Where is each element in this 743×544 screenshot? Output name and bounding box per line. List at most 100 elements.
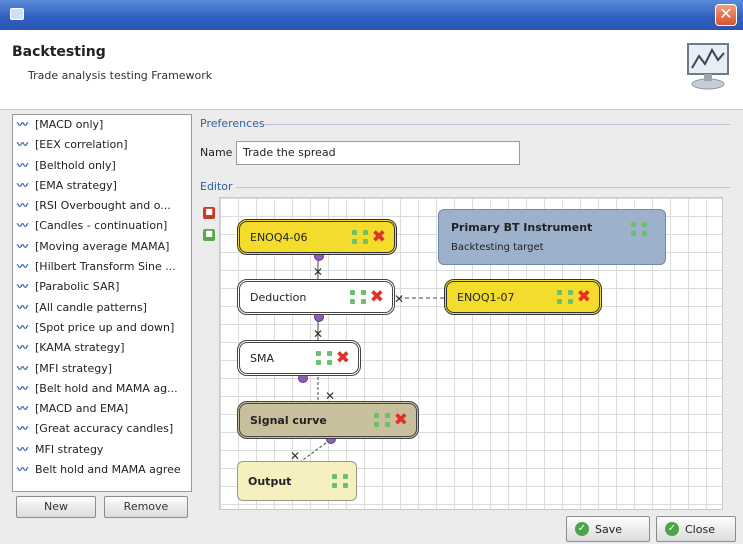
list-item-label: [MACD only] <box>35 118 104 131</box>
strategy-icon: 〰 <box>17 118 28 131</box>
app-icon <box>10 8 24 20</box>
editor-group-label: Editor <box>200 180 233 193</box>
title-bar: ✕ <box>0 0 743 30</box>
list-item-label: [Great accuracy candles] <box>35 422 174 436</box>
expand-icon[interactable] <box>631 222 647 236</box>
close-button[interactable]: ✓ Close <box>656 516 736 542</box>
list-item[interactable]: 〰 [Moving average MAMA] <box>13 237 191 257</box>
node-label: Deduction <box>250 290 307 304</box>
list-item[interactable]: 〰 [KAMA strategy] <box>13 338 191 358</box>
preferences-group-label: Preferences <box>200 117 265 130</box>
list-item[interactable]: 〰 [MFI strategy] <box>13 359 191 379</box>
strategy-icon: 〰 <box>17 239 28 253</box>
page-title: Backtesting <box>12 44 106 60</box>
delete-icon[interactable]: ✖ <box>394 412 408 429</box>
expand-icon[interactable] <box>332 474 348 488</box>
node-subtitle: Backtesting target <box>451 242 544 253</box>
expand-icon[interactable] <box>556 290 573 304</box>
add-node-icon[interactable]: ■ <box>203 229 215 241</box>
list-item[interactable]: 〰 [MACD only] <box>13 115 191 135</box>
list-item-label: MFI strategy <box>35 442 104 456</box>
list-item[interactable]: 〰 [RSI Overbought and o... <box>13 196 191 216</box>
page-subtitle: Trade analysis testing Framework <box>28 69 213 82</box>
list-item[interactable]: 〰 [Candles - continuation] <box>13 216 191 236</box>
list-item[interactable]: 〰 [Great accuracy candles] <box>13 419 191 439</box>
header-panel: Backtesting Trade analysis testing Frame… <box>0 30 743 110</box>
list-item[interactable]: 〰 [EEX correlation] <box>13 135 191 155</box>
list-item-label: Belt hold and MAMA agree <box>35 463 181 477</box>
node-sma[interactable]: SMA ✖ <box>237 340 361 376</box>
list-item-label: [EEX correlation] <box>35 138 128 152</box>
node-output[interactable]: Output <box>237 461 357 501</box>
delete-icon[interactable]: ✖ <box>336 350 350 367</box>
list-item-label: [KAMA strategy] <box>35 341 125 355</box>
list-item[interactable]: 〰 [All candle patterns] <box>13 298 191 318</box>
list-item[interactable]: 〰 [Hilbert Transform Sine ... <box>13 257 191 277</box>
delete-icon[interactable]: ✖ <box>370 289 384 306</box>
expand-icon[interactable] <box>349 290 366 304</box>
new-button[interactable]: New <box>16 496 96 518</box>
list-item[interactable]: 〰 [Parabolic SAR] <box>13 277 191 297</box>
strategy-icon: 〰 <box>17 178 28 192</box>
strategy-icon: 〰 <box>17 361 28 375</box>
strategy-icon: 〰 <box>17 280 28 294</box>
node-signal-curve[interactable]: Signal curve ✖ <box>237 401 419 439</box>
name-input[interactable]: Trade the spread <box>236 141 520 165</box>
check-icon: ✓ <box>575 522 589 536</box>
close-icon: ✕ <box>719 4 733 23</box>
strategy-icon: 〰 <box>17 381 28 395</box>
delete-icon[interactable]: ✖ <box>577 289 591 306</box>
save-button[interactable]: ✓ Save <box>566 516 650 542</box>
list-item[interactable]: 〰 MFI strategy <box>13 440 191 460</box>
backtesting-window: ✕ Backtesting Trade analysis testing Fra… <box>0 0 743 544</box>
expand-icon[interactable] <box>351 230 368 244</box>
preferences-divider <box>264 124 730 125</box>
list-item-label: [Belt hold and MAMA ag... <box>35 381 178 395</box>
list-item[interactable]: 〰 [Belthold only] <box>13 156 191 176</box>
list-item-label: [Moving average MAMA] <box>35 239 170 253</box>
strategy-list[interactable]: 〰 [MACD only] 〰 [EEX correlation] 〰 [Beltho… <box>12 114 192 492</box>
strategy-icon: 〰 <box>17 219 28 233</box>
check-icon: ✓ <box>665 522 679 536</box>
list-item-label: [Belthold only] <box>35 158 116 172</box>
node-title: Primary BT Instrument <box>451 221 593 234</box>
strategy-icon: 〰 <box>17 402 28 416</box>
list-item-label: [Hilbert Transform Sine ... <box>35 260 176 274</box>
list-item[interactable]: 〰 Belt hold and MAMA agree <box>13 460 191 480</box>
save-button-label: Save <box>595 522 623 536</box>
node-enoq1-07[interactable]: ENOQ1-07 ✖ <box>444 279 602 315</box>
strategy-icon: 〰 <box>17 422 28 436</box>
close-button-label: Close <box>685 522 715 536</box>
strategy-icon: 〰 <box>17 341 28 355</box>
editor-divider <box>236 187 730 188</box>
strategy-icon: 〰 <box>17 260 28 274</box>
delete-icon[interactable]: ✖ <box>372 229 386 246</box>
node-primary-bt-instrument[interactable]: Primary BT Instrument Backtesting target <box>438 209 666 265</box>
node-label: ENOQ1-07 <box>457 290 515 304</box>
remove-node-icon[interactable]: ■ <box>203 207 215 219</box>
strategy-icon: 〰 <box>17 463 28 477</box>
node-enoq4-06[interactable]: ENOQ4-06 ✖ <box>237 219 397 255</box>
strategy-icon: 〰 <box>17 158 28 172</box>
list-item-label: [Spot price up and down] <box>35 320 175 334</box>
list-item-label: [RSI Overbought and o... <box>35 199 171 213</box>
strategy-icon: 〰 <box>17 199 28 213</box>
list-item-label: [EMA strategy] <box>35 178 117 192</box>
window-close-button[interactable]: ✕ <box>715 4 737 26</box>
strategy-icon: 〰 <box>17 320 28 334</box>
expand-icon[interactable] <box>373 413 390 427</box>
list-item[interactable]: 〰 [MACD and EMA] <box>13 399 191 419</box>
node-label: Output <box>248 474 292 488</box>
list-item[interactable]: 〰 [EMA strategy] <box>13 176 191 196</box>
strategy-icon: 〰 <box>17 138 28 152</box>
list-item[interactable]: 〰 [Belt hold and MAMA ag... <box>13 379 191 399</box>
list-item-label: [All candle patterns] <box>35 300 147 314</box>
expand-icon[interactable] <box>315 351 332 365</box>
node-label: ENOQ4-06 <box>250 230 308 244</box>
remove-button[interactable]: Remove <box>104 496 188 518</box>
node-label: SMA <box>250 351 274 365</box>
node-deduction[interactable]: Deduction ✖ <box>237 279 395 315</box>
node-label: Signal curve <box>250 413 327 427</box>
list-item[interactable]: 〰 [Spot price up and down] <box>13 318 191 338</box>
chart-monitor-icon <box>687 43 729 90</box>
